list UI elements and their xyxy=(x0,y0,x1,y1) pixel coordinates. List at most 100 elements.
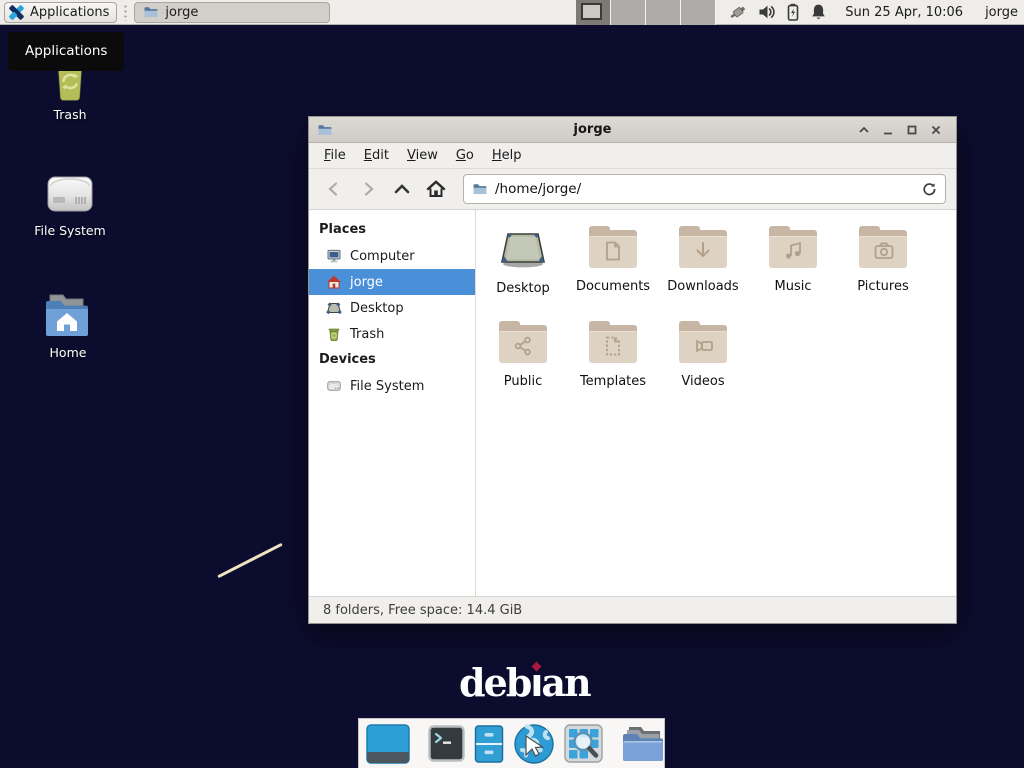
home-button[interactable] xyxy=(421,175,451,203)
folder-icon xyxy=(769,226,817,268)
window-body: Places Computer jorge xyxy=(309,210,956,596)
sidebar-item-label: File System xyxy=(350,379,424,394)
status-text: 8 folders, Free space: 14.4 GiB xyxy=(323,603,522,618)
sidebar-header-places: Places xyxy=(309,217,475,243)
folder-music[interactable]: Music xyxy=(748,224,838,319)
applications-tooltip: Applications xyxy=(8,32,124,71)
dock-file-manager[interactable] xyxy=(474,725,504,763)
desktop-icon-home[interactable]: Home xyxy=(20,290,116,360)
workspace-3[interactable] xyxy=(646,0,681,25)
folder-videos[interactable]: Videos xyxy=(658,319,748,414)
volume-icon[interactable] xyxy=(758,3,776,21)
panel-username[interactable]: jorge xyxy=(985,5,1018,20)
hard-drive-icon xyxy=(326,378,342,394)
folder-icon xyxy=(679,321,727,363)
applications-menu-label: Applications xyxy=(30,5,109,20)
shade-button[interactable] xyxy=(852,120,876,140)
menu-file[interactable]: File xyxy=(315,144,355,167)
workspace-switcher[interactable] xyxy=(576,0,716,25)
dock-show-desktop[interactable] xyxy=(366,724,410,764)
forward-button[interactable] xyxy=(353,175,383,203)
menu-go[interactable]: Go xyxy=(447,144,483,167)
sidebar-item-desktop[interactable]: Desktop xyxy=(309,295,475,321)
dock-terminal[interactable] xyxy=(428,725,465,762)
dock-web-browser[interactable] xyxy=(513,723,555,765)
system-tray xyxy=(728,3,827,21)
workspace-window-preview xyxy=(581,3,602,20)
taskbar-window-button[interactable]: jorge xyxy=(134,2,330,23)
location-bar[interactable]: /home/jorge/ xyxy=(463,174,946,204)
folder-icon xyxy=(499,321,547,363)
window-titlebar[interactable]: jorge xyxy=(309,117,956,143)
workspace-2[interactable] xyxy=(611,0,646,25)
sidebar-item-label: jorge xyxy=(350,275,383,290)
dock xyxy=(358,718,665,768)
folder-label: Templates xyxy=(580,374,646,389)
home-icon xyxy=(326,274,342,290)
folder-label: Documents xyxy=(576,279,650,294)
folder-desktop[interactable]: Desktop xyxy=(478,224,568,319)
menu-edit[interactable]: Edit xyxy=(355,144,398,167)
desktop-stray-line xyxy=(217,543,283,578)
trash-icon xyxy=(326,326,342,342)
panel-clock[interactable]: Sun 25 Apr, 10:06 xyxy=(845,5,963,20)
folder-label: Public xyxy=(504,374,542,389)
dock-directory[interactable] xyxy=(621,725,665,763)
notifications-icon[interactable] xyxy=(810,3,827,21)
top-panel: Applications jorge xyxy=(0,0,1024,25)
hard-drive-icon xyxy=(45,170,95,218)
folder-templates[interactable]: Templates xyxy=(568,319,658,414)
folder-label: Videos xyxy=(681,374,724,389)
desktop-special-icon xyxy=(498,226,548,270)
file-cabinet-icon xyxy=(474,725,504,763)
maximize-button[interactable] xyxy=(900,120,924,140)
folder-icon xyxy=(621,725,665,763)
sidebar-header-devices: Devices xyxy=(309,347,475,373)
location-path[interactable]: /home/jorge/ xyxy=(495,181,914,197)
app-finder-icon xyxy=(564,724,603,763)
sidebar-item-label: Desktop xyxy=(350,301,404,316)
folder-label: Music xyxy=(775,279,812,294)
close-button[interactable] xyxy=(924,120,948,140)
folder-icon xyxy=(589,321,637,363)
sidebar-item-computer[interactable]: Computer xyxy=(309,243,475,269)
window-title: jorge xyxy=(333,122,852,137)
desktop[interactable]: { "panel": { "applications_label": "Appl… xyxy=(0,0,1024,768)
dock-app-finder[interactable] xyxy=(564,724,603,763)
panel-drag-handle[interactable] xyxy=(123,4,128,21)
sidebar-item-file-system[interactable]: File System xyxy=(309,373,475,399)
folder-view[interactable]: Desktop Documents xyxy=(476,210,956,596)
computer-icon xyxy=(326,248,342,264)
location-folder-icon xyxy=(472,181,488,197)
folder-label: Downloads xyxy=(667,279,738,294)
folder-public[interactable]: Public xyxy=(478,319,568,414)
taskbar-window-label: jorge xyxy=(165,5,198,20)
terminal-icon xyxy=(428,725,465,762)
folder-downloads[interactable]: Downloads xyxy=(658,224,748,319)
minimize-button[interactable] xyxy=(876,120,900,140)
xfce-logo-icon xyxy=(8,4,25,21)
desktop-icon-file-system[interactable]: File System xyxy=(22,170,118,238)
desktop-icon xyxy=(326,300,342,316)
menu-view[interactable]: View xyxy=(398,144,447,167)
folder-documents[interactable]: Documents xyxy=(568,224,658,319)
window-folder-icon xyxy=(317,122,333,138)
back-button[interactable] xyxy=(319,175,349,203)
applications-menu-button[interactable]: Applications xyxy=(4,2,117,23)
folder-pictures[interactable]: Pictures xyxy=(838,224,928,319)
web-browser-icon xyxy=(513,723,555,765)
battery-icon[interactable] xyxy=(786,3,800,21)
menubar: File Edit View Go Help xyxy=(309,143,956,169)
show-desktop-icon xyxy=(366,724,410,764)
network-icon[interactable] xyxy=(728,3,748,21)
sidebar-item-label: Trash xyxy=(350,327,384,342)
workspace-1[interactable] xyxy=(576,0,611,25)
folder-label: Pictures xyxy=(857,279,908,294)
folder-icon xyxy=(589,226,637,268)
menu-help[interactable]: Help xyxy=(483,144,531,167)
sidebar-item-trash[interactable]: Trash xyxy=(309,321,475,347)
reload-button[interactable] xyxy=(921,181,937,197)
up-button[interactable] xyxy=(387,175,417,203)
sidebar-item-jorge[interactable]: jorge xyxy=(309,269,475,295)
workspace-4[interactable] xyxy=(681,0,716,25)
